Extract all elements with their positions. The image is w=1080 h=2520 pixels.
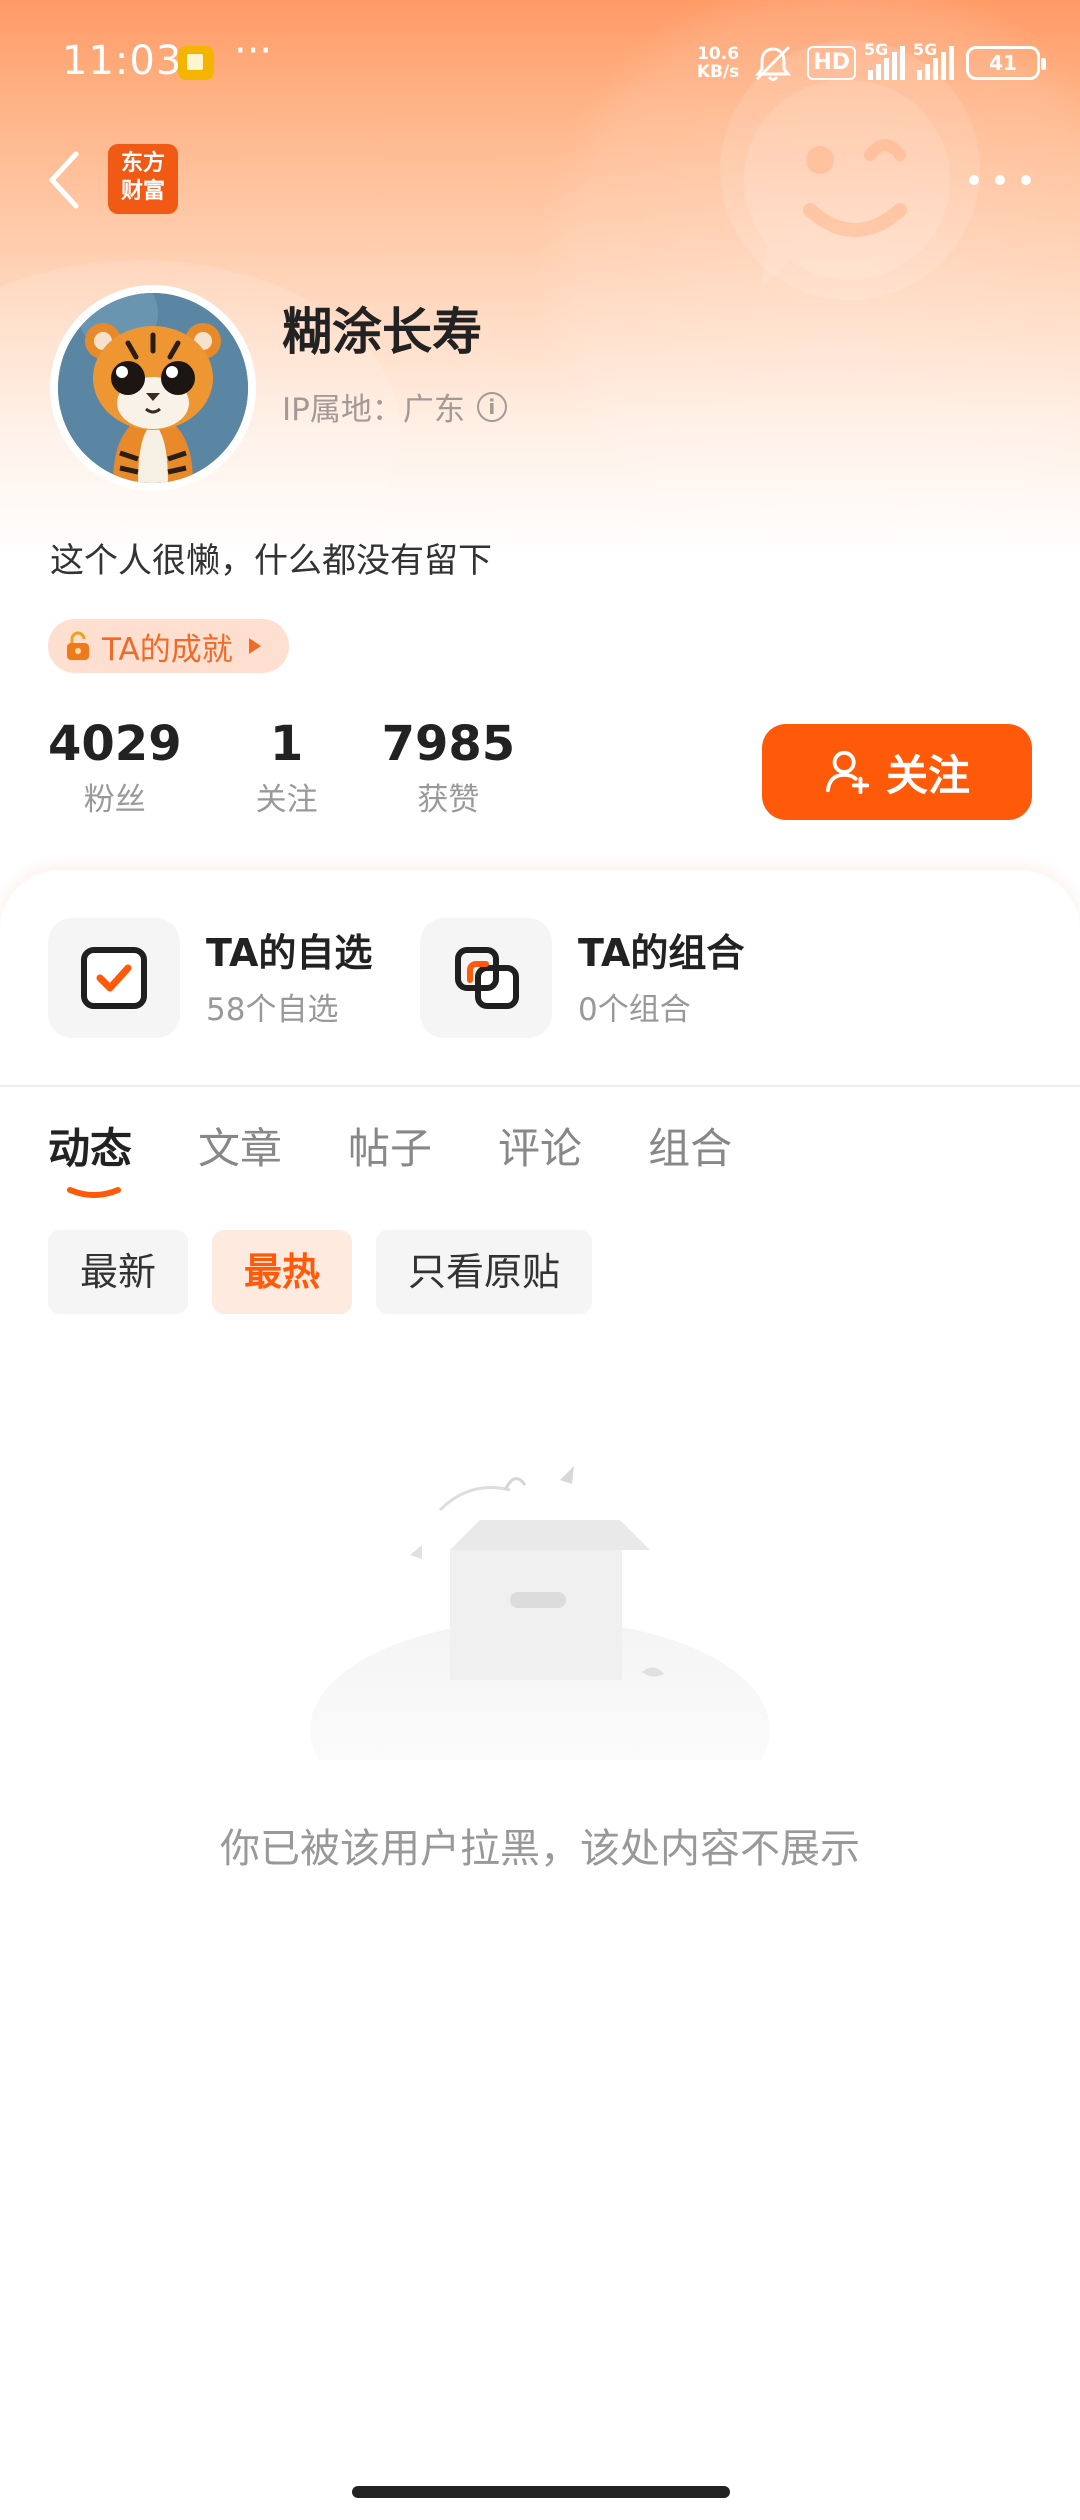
battery-icon: 41	[966, 46, 1046, 80]
stat-value: 4029	[48, 716, 182, 772]
status-indicators: 10.6 KB/s HD 5G 5G 41	[697, 40, 1046, 86]
active-tab-indicator	[67, 1187, 121, 1198]
stat-likes[interactable]: 7985 获赞	[382, 714, 516, 819]
signal-strength-icon: 5G	[864, 40, 905, 80]
stat-label: 关注	[255, 782, 318, 818]
watchlist-count: 58个自选	[206, 991, 339, 1028]
hd-voice-icon: HD	[807, 46, 856, 80]
overlapping-squares-icon	[455, 947, 519, 1009]
tiger-avatar-image	[58, 293, 248, 483]
tab-label: 组合	[648, 1124, 733, 1173]
bell-muted-icon	[755, 45, 792, 81]
stat-value: 7985	[381, 716, 516, 772]
status-time: 11:03	[62, 38, 183, 84]
achievement-label: TA的成就	[102, 631, 233, 668]
portfolio-entry[interactable]: TA的组合 0个组合	[420, 918, 744, 1038]
tab-comments[interactable]: 评论	[498, 1118, 582, 1180]
more-notifications-indicator: ···	[234, 28, 273, 74]
filter-latest[interactable]: 最新	[48, 1230, 189, 1314]
portfolio-title: TA的组合	[578, 930, 745, 975]
network-speed-unit: KB/s	[696, 62, 740, 82]
stat-label: 获赞	[417, 782, 480, 818]
achievement-badge[interactable]: TA的成就	[48, 619, 289, 673]
more-options-icon[interactable]	[960, 150, 1040, 210]
ip-location-row: IP属地：广东 i	[282, 384, 507, 429]
logo-text-line2: 财富	[120, 179, 165, 204]
tab-label: 帖子	[348, 1124, 433, 1173]
chevron-right-icon	[248, 638, 261, 654]
back-arrow-icon[interactable]	[40, 140, 90, 220]
stat-followers[interactable]: 4029 粉丝	[48, 714, 182, 819]
tab-posts[interactable]: 帖子	[348, 1118, 432, 1180]
user-bio: 这个人很懒，什么都没有留下	[50, 541, 492, 581]
divider	[0, 1085, 1080, 1087]
tab-articles[interactable]: 文章	[198, 1118, 282, 1180]
portfolio-icon-box	[420, 918, 552, 1038]
tab-label: 评论	[498, 1124, 583, 1173]
content-tabs: 动态 文章 帖子 评论 组合	[48, 1118, 732, 1198]
filter-chips: 最新 最热 只看原贴	[48, 1230, 593, 1314]
filter-original-only[interactable]: 只看原贴	[376, 1230, 593, 1314]
network-speed-value: 10.6	[697, 44, 740, 64]
ip-location: IP属地：广东	[282, 392, 465, 428]
empty-state-message: 你已被该用户拉黑，该处内容不展示	[220, 1826, 860, 1872]
lock-icon	[67, 631, 89, 660]
info-icon[interactable]: i	[476, 391, 507, 422]
tab-label: 文章	[198, 1124, 283, 1173]
signal-strength-icon-2: 5G	[913, 40, 954, 80]
filter-hottest[interactable]: 最热	[212, 1230, 353, 1314]
logo-text-line1: 东方	[120, 151, 165, 176]
tab-dynamics[interactable]: 动态	[48, 1118, 133, 1198]
status-bar: 11:03 ··· 10.6 KB/s HD 5G 5G 41	[0, 0, 1080, 120]
tab-label: 动态	[48, 1124, 133, 1173]
profile-page: 11:03 ··· 10.6 KB/s HD 5G 5G 41 东方 财富 糊涂…	[0, 0, 1080, 2520]
notification-app-icon	[178, 46, 214, 80]
stat-label: 粉丝	[83, 782, 146, 818]
watchlist-entry[interactable]: TA的自选 58个自选	[48, 918, 372, 1038]
empty-box-illustration	[310, 1466, 770, 1760]
network-type-2: 5G	[913, 40, 938, 59]
home-indicator[interactable]	[352, 2486, 730, 2498]
tab-portfolios[interactable]: 组合	[648, 1118, 732, 1180]
network-type: 5G	[864, 40, 889, 59]
add-user-icon	[825, 750, 870, 795]
portfolio-count: 0个组合	[578, 991, 691, 1028]
follow-button[interactable]: 关注	[762, 724, 1032, 820]
stat-following[interactable]: 1 关注	[256, 714, 318, 819]
watchlist-icon-box	[48, 918, 180, 1038]
stat-value: 1	[269, 716, 304, 772]
eastmoney-logo[interactable]: 东方 财富	[108, 144, 178, 214]
avatar[interactable]	[50, 285, 256, 491]
watchlist-title: TA的自选	[206, 930, 373, 975]
stats-row: 4029 粉丝 1 关注 7985 获赞	[48, 714, 571, 819]
checkbox-icon	[81, 947, 147, 1009]
follow-button-label: 关注	[885, 750, 970, 800]
user-nickname: 糊涂长寿	[282, 303, 482, 361]
network-speed: 10.6 KB/s	[697, 45, 739, 81]
